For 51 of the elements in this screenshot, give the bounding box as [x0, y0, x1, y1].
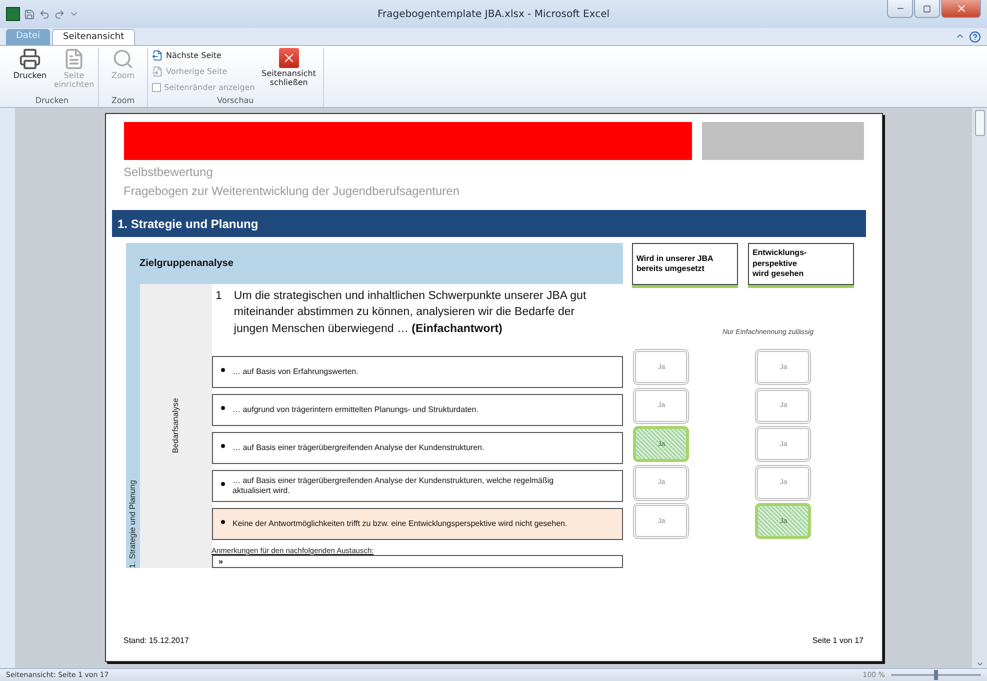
question-number: 1	[216, 289, 222, 304]
close-icon	[956, 3, 966, 14]
ribbon-button[interactable]: Seitenansicht schließen	[258, 48, 319, 96]
vertical-scrollbar[interactable]	[972, 108, 987, 668]
answer-option: Keine der Antwortmöglichkeiten trifft zu bzw. eine Entwicklungsperspektive wird nicht gesehen.	[212, 508, 624, 540]
subsection-heading: Zielgruppenanalyse	[138, 257, 234, 271]
ribbon-tab[interactable]: Datei	[6, 29, 50, 45]
subtitle: Selbstbewertung	[124, 165, 214, 179]
close-icon	[278, 48, 299, 68]
page-icon	[152, 66, 163, 77]
side-label: 1. Strategie und Planung	[128, 480, 137, 568]
undo-icon[interactable]	[39, 8, 50, 20]
save-icon[interactable]	[24, 8, 35, 20]
bullet-icon	[220, 406, 224, 410]
maximize-button[interactable]	[914, 0, 940, 18]
ribbon-button[interactable]: Nächste Seite	[152, 48, 255, 63]
column-header: Wird in unserer JBA bereits umgesetzt	[632, 243, 738, 285]
help-icon[interactable]	[969, 30, 981, 42]
group-label: Zoom	[110, 96, 136, 107]
remarks-field[interactable]: »	[212, 555, 624, 568]
answer-option: … auf Basis von Erfahrungswerten.	[212, 356, 624, 388]
maximize-icon	[923, 4, 931, 12]
bullet-icon	[220, 368, 224, 372]
answer-option: … aufgrund von trägerintern ermittelten Planungs- und Strukturdaten.	[212, 394, 624, 426]
bullet-icon	[220, 520, 224, 524]
group-label: Vorschau	[216, 96, 255, 107]
scrollbar-thumb[interactable]	[974, 110, 984, 136]
answer-option: … auf Basis einer trägerübergreifenden Analyse der Kundenstrukturen, welche regelmäßig aktualisiert wird.	[212, 470, 624, 502]
ribbon-tab[interactable]: Seitenansicht	[52, 29, 136, 45]
printer-icon	[19, 48, 41, 70]
close-button[interactable]	[941, 0, 981, 18]
window-title: Fragebogentemplate JBA.xlsx - Microsoft Excel	[378, 8, 610, 20]
app-icon[interactable]	[6, 7, 20, 21]
bullet-icon	[220, 482, 224, 486]
minimize-button[interactable]	[887, 0, 913, 18]
bullet-icon	[220, 444, 224, 448]
answer-option: … auf Basis einer trägerübergreifenden Analyse der Kundenstrukturen.	[212, 432, 624, 464]
ribbon-button[interactable]: Drucken	[10, 48, 50, 96]
date-text: Stand: 15.12.2017	[124, 636, 189, 645]
redo-icon[interactable]	[54, 8, 65, 20]
page-number: Seite 1 von 17	[812, 636, 864, 645]
search-icon	[112, 48, 134, 70]
column-header: Entwicklungs- perspektive wird gesehen	[748, 243, 854, 285]
section-heading: 1. Strategie und Planung	[112, 210, 866, 237]
document-title: Fragebogen zur Weiterentwicklung der Jugendberufsagenturen	[124, 184, 460, 198]
question-text: Um die strategischen und inhaltlichen Schwerpunkte unserer JBA gut miteinander abstimmen zu können, analysieren wir die Bedarfe der jungen Menschen überwiegend … (Einfachantwort)	[234, 289, 588, 337]
page-icon	[63, 48, 85, 70]
scroll-down-icon[interactable]	[976, 660, 984, 668]
category-label: Bedarfsanalyse	[171, 398, 180, 454]
group-label: Drucken	[34, 96, 70, 107]
page-icon	[152, 50, 163, 61]
